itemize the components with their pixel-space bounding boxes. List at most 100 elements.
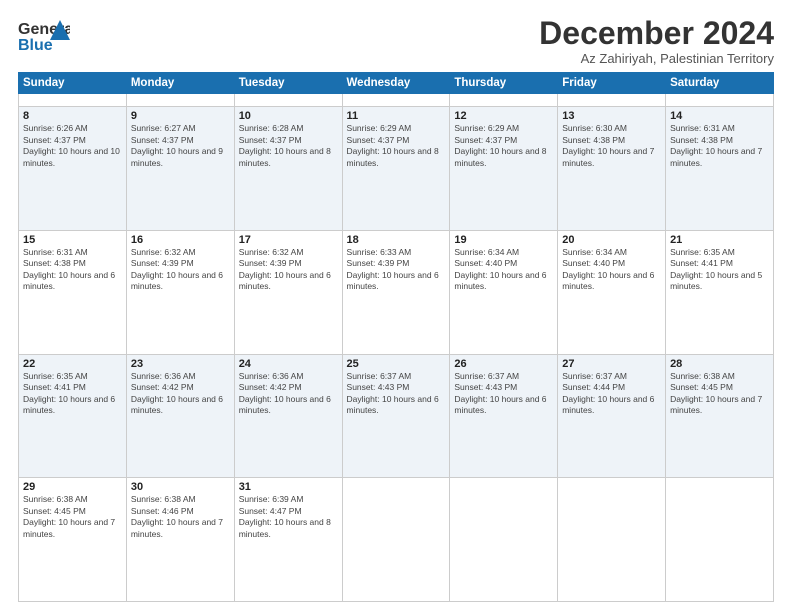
calendar-cell: 21 Sunrise: 6:35 AMSunset: 4:41 PMDaylig… <box>666 230 774 354</box>
day-info: Sunrise: 6:30 AMSunset: 4:38 PMDaylight:… <box>562 123 661 169</box>
header: General Blue December 2024 Az Zahiriyah,… <box>18 16 774 66</box>
calendar-cell <box>342 478 450 602</box>
calendar-cell: 8 Sunrise: 6:26 AMSunset: 4:37 PMDayligh… <box>19 107 127 231</box>
calendar-cell: 19 Sunrise: 6:34 AMSunset: 4:40 PMDaylig… <box>450 230 558 354</box>
calendar-cell: 14 Sunrise: 6:31 AMSunset: 4:38 PMDaylig… <box>666 107 774 231</box>
calendar-cell <box>234 94 342 107</box>
day-number: 28 <box>670 358 769 370</box>
day-number: 10 <box>239 110 338 122</box>
calendar-cell: 26 Sunrise: 6:37 AMSunset: 4:43 PMDaylig… <box>450 354 558 478</box>
day-number: 23 <box>131 358 230 370</box>
day-info: Sunrise: 6:34 AMSunset: 4:40 PMDaylight:… <box>454 247 553 293</box>
calendar-cell: 28 Sunrise: 6:38 AMSunset: 4:45 PMDaylig… <box>666 354 774 478</box>
header-thursday: Thursday <box>450 73 558 94</box>
calendar-week-3: 15 Sunrise: 6:31 AMSunset: 4:38 PMDaylig… <box>19 230 774 354</box>
calendar-week-1 <box>19 94 774 107</box>
header-saturday: Saturday <box>666 73 774 94</box>
calendar-week-4: 22 Sunrise: 6:35 AMSunset: 4:41 PMDaylig… <box>19 354 774 478</box>
calendar-cell: 9 Sunrise: 6:27 AMSunset: 4:37 PMDayligh… <box>126 107 234 231</box>
calendar-cell: 13 Sunrise: 6:30 AMSunset: 4:38 PMDaylig… <box>558 107 666 231</box>
day-number: 26 <box>454 358 553 370</box>
day-info: Sunrise: 6:38 AMSunset: 4:45 PMDaylight:… <box>23 494 122 540</box>
day-number: 27 <box>562 358 661 370</box>
calendar-cell: 18 Sunrise: 6:33 AMSunset: 4:39 PMDaylig… <box>342 230 450 354</box>
day-number: 25 <box>347 358 446 370</box>
day-number: 24 <box>239 358 338 370</box>
day-info: Sunrise: 6:35 AMSunset: 4:41 PMDaylight:… <box>23 371 122 417</box>
day-info: Sunrise: 6:29 AMSunset: 4:37 PMDaylight:… <box>347 123 446 169</box>
day-info: Sunrise: 6:31 AMSunset: 4:38 PMDaylight:… <box>670 123 769 169</box>
calendar-cell: 24 Sunrise: 6:36 AMSunset: 4:42 PMDaylig… <box>234 354 342 478</box>
title-block: December 2024 Az Zahiriyah, Palestinian … <box>539 16 774 66</box>
calendar-cell <box>342 94 450 107</box>
day-info: Sunrise: 6:34 AMSunset: 4:40 PMDaylight:… <box>562 247 661 293</box>
day-number: 15 <box>23 234 122 246</box>
calendar-cell: 25 Sunrise: 6:37 AMSunset: 4:43 PMDaylig… <box>342 354 450 478</box>
day-info: Sunrise: 6:33 AMSunset: 4:39 PMDaylight:… <box>347 247 446 293</box>
calendar-week-5: 29 Sunrise: 6:38 AMSunset: 4:45 PMDaylig… <box>19 478 774 602</box>
day-number: 9 <box>131 110 230 122</box>
day-info: Sunrise: 6:32 AMSunset: 4:39 PMDaylight:… <box>131 247 230 293</box>
day-info: Sunrise: 6:37 AMSunset: 4:43 PMDaylight:… <box>454 371 553 417</box>
calendar-cell: 10 Sunrise: 6:28 AMSunset: 4:37 PMDaylig… <box>234 107 342 231</box>
day-number: 22 <box>23 358 122 370</box>
calendar-cell <box>558 94 666 107</box>
day-number: 13 <box>562 110 661 122</box>
day-info: Sunrise: 6:39 AMSunset: 4:47 PMDaylight:… <box>239 494 338 540</box>
day-info: Sunrise: 6:38 AMSunset: 4:45 PMDaylight:… <box>670 371 769 417</box>
weekday-header-row: Sunday Monday Tuesday Wednesday Thursday… <box>19 73 774 94</box>
day-info: Sunrise: 6:36 AMSunset: 4:42 PMDaylight:… <box>131 371 230 417</box>
day-number: 18 <box>347 234 446 246</box>
day-info: Sunrise: 6:26 AMSunset: 4:37 PMDaylight:… <box>23 123 122 169</box>
day-number: 12 <box>454 110 553 122</box>
calendar-cell <box>126 94 234 107</box>
day-number: 19 <box>454 234 553 246</box>
calendar-cell <box>450 94 558 107</box>
header-wednesday: Wednesday <box>342 73 450 94</box>
day-info: Sunrise: 6:31 AMSunset: 4:38 PMDaylight:… <box>23 247 122 293</box>
calendar-cell: 15 Sunrise: 6:31 AMSunset: 4:38 PMDaylig… <box>19 230 127 354</box>
day-number: 31 <box>239 481 338 493</box>
day-number: 20 <box>562 234 661 246</box>
day-number: 30 <box>131 481 230 493</box>
calendar-cell: 17 Sunrise: 6:32 AMSunset: 4:39 PMDaylig… <box>234 230 342 354</box>
page: General Blue December 2024 Az Zahiriyah,… <box>0 0 792 612</box>
day-info: Sunrise: 6:37 AMSunset: 4:44 PMDaylight:… <box>562 371 661 417</box>
calendar-week-2: 8 Sunrise: 6:26 AMSunset: 4:37 PMDayligh… <box>19 107 774 231</box>
day-info: Sunrise: 6:27 AMSunset: 4:37 PMDaylight:… <box>131 123 230 169</box>
calendar-cell: 16 Sunrise: 6:32 AMSunset: 4:39 PMDaylig… <box>126 230 234 354</box>
calendar-cell: 20 Sunrise: 6:34 AMSunset: 4:40 PMDaylig… <box>558 230 666 354</box>
day-info: Sunrise: 6:38 AMSunset: 4:46 PMDaylight:… <box>131 494 230 540</box>
day-info: Sunrise: 6:36 AMSunset: 4:42 PMDaylight:… <box>239 371 338 417</box>
calendar-cell <box>666 478 774 602</box>
day-number: 21 <box>670 234 769 246</box>
day-number: 8 <box>23 110 122 122</box>
calendar-cell: 29 Sunrise: 6:38 AMSunset: 4:45 PMDaylig… <box>19 478 127 602</box>
calendar-cell: 12 Sunrise: 6:29 AMSunset: 4:37 PMDaylig… <box>450 107 558 231</box>
calendar-cell <box>19 94 127 107</box>
day-info: Sunrise: 6:28 AMSunset: 4:37 PMDaylight:… <box>239 123 338 169</box>
calendar-cell: 30 Sunrise: 6:38 AMSunset: 4:46 PMDaylig… <box>126 478 234 602</box>
day-info: Sunrise: 6:32 AMSunset: 4:39 PMDaylight:… <box>239 247 338 293</box>
day-info: Sunrise: 6:37 AMSunset: 4:43 PMDaylight:… <box>347 371 446 417</box>
calendar-table: Sunday Monday Tuesday Wednesday Thursday… <box>18 72 774 602</box>
calendar-cell: 23 Sunrise: 6:36 AMSunset: 4:42 PMDaylig… <box>126 354 234 478</box>
day-number: 29 <box>23 481 122 493</box>
day-info: Sunrise: 6:29 AMSunset: 4:37 PMDaylight:… <box>454 123 553 169</box>
logo: General Blue <box>18 16 70 60</box>
month-title: December 2024 <box>539 16 774 51</box>
header-sunday: Sunday <box>19 73 127 94</box>
calendar-cell: 27 Sunrise: 6:37 AMSunset: 4:44 PMDaylig… <box>558 354 666 478</box>
day-number: 11 <box>347 110 446 122</box>
calendar-cell: 31 Sunrise: 6:39 AMSunset: 4:47 PMDaylig… <box>234 478 342 602</box>
location-subtitle: Az Zahiriyah, Palestinian Territory <box>539 51 774 66</box>
calendar-cell <box>666 94 774 107</box>
day-info: Sunrise: 6:35 AMSunset: 4:41 PMDaylight:… <box>670 247 769 293</box>
header-tuesday: Tuesday <box>234 73 342 94</box>
svg-text:Blue: Blue <box>18 37 53 54</box>
calendar-cell: 11 Sunrise: 6:29 AMSunset: 4:37 PMDaylig… <box>342 107 450 231</box>
header-friday: Friday <box>558 73 666 94</box>
calendar-cell: 22 Sunrise: 6:35 AMSunset: 4:41 PMDaylig… <box>19 354 127 478</box>
logo-icon: General Blue <box>18 16 70 60</box>
day-number: 14 <box>670 110 769 122</box>
